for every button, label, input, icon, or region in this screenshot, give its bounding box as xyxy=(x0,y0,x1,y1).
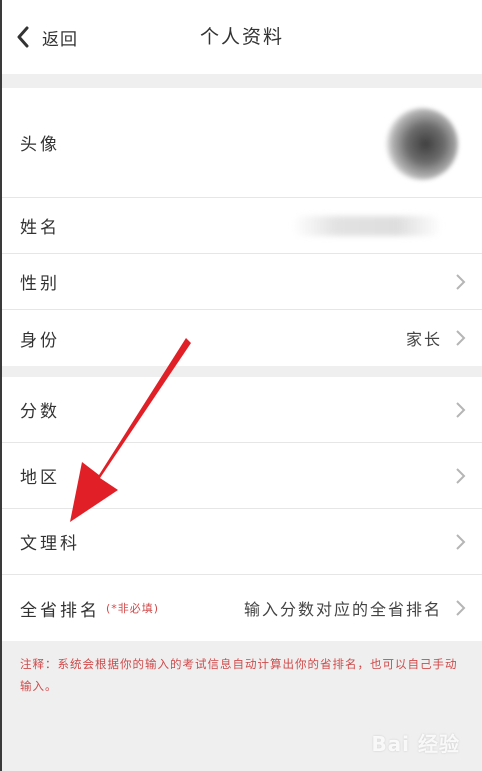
avatar-row[interactable]: 头像 xyxy=(2,88,482,198)
rank-placeholder[interactable]: 输入分数对应的全省排名 xyxy=(244,596,442,620)
score-row[interactable]: 分数 xyxy=(2,377,482,443)
chevron-right-icon xyxy=(456,467,466,484)
track-label: 文理科 xyxy=(20,534,80,554)
gender-label: 性别 xyxy=(20,274,60,294)
identity-row[interactable]: 身份 家长 xyxy=(2,310,482,366)
rank-row[interactable]: 全省排名 (*非必填) 输入分数对应的全省排名 xyxy=(2,575,482,641)
chevron-right-icon xyxy=(456,533,466,550)
chevron-right-icon xyxy=(456,401,466,418)
footnote: 注释：系统会根据你的输入的考试信息自动计算出你的省排名，也可以自己手动输入。 xyxy=(20,657,458,693)
region-row[interactable]: 地区 xyxy=(2,443,482,509)
identity-value: 家长 xyxy=(405,330,442,349)
rank-optional-note: (*非必填) xyxy=(106,602,160,615)
identity-label: 身份 xyxy=(20,330,60,351)
chevron-right-icon xyxy=(456,273,466,290)
name-row[interactable]: 姓名 xyxy=(2,198,482,254)
name-value-blurred xyxy=(292,216,442,236)
score-label: 分数 xyxy=(20,402,60,422)
profile-screen: 返回 个人资料 头像 姓名 性别 身份 家长 分数 地区 文理科 全省排名 (*… xyxy=(0,0,482,771)
region-label: 地区 xyxy=(20,468,60,488)
rank-label: 全省排名 xyxy=(20,600,100,621)
gender-row[interactable]: 性别 xyxy=(2,254,482,310)
rank-label-group: 全省排名 (*非必填) xyxy=(20,596,244,621)
academic-group: 分数 地区 文理科 全省排名 (*非必填) 输入分数对应的全省排名 xyxy=(2,377,482,641)
chevron-right-icon xyxy=(456,330,466,346)
navbar: 返回 个人资料 xyxy=(2,0,482,74)
profile-group: 头像 姓名 性别 身份 家长 xyxy=(2,88,482,366)
page-title: 个人资料 xyxy=(199,26,284,48)
watermark: Bai 经验 xyxy=(371,732,460,756)
chevron-right-icon xyxy=(456,600,466,616)
avatar[interactable] xyxy=(386,108,458,180)
track-row[interactable]: 文理科 xyxy=(2,509,482,575)
